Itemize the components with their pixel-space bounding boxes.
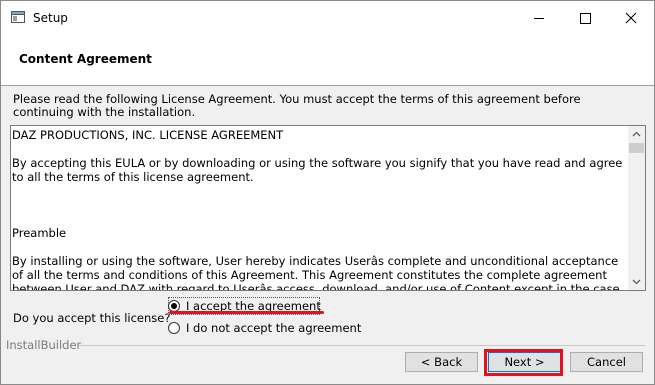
chevron-up-icon xyxy=(632,131,641,137)
scroll-down-button[interactable] xyxy=(628,273,645,290)
license-line xyxy=(12,184,624,198)
license-line xyxy=(12,212,624,226)
license-line: By accepting this EULA or by downloading… xyxy=(12,156,627,184)
footer-divider xyxy=(79,345,645,346)
license-line xyxy=(12,198,624,212)
license-line: By installing or using the software, Use… xyxy=(12,254,622,291)
license-line xyxy=(12,142,624,156)
scrollbar-thumb[interactable] xyxy=(629,143,644,153)
chevron-down-icon xyxy=(632,279,641,285)
setup-window: Setup Content Agreement Please read the … xyxy=(0,0,655,385)
license-line xyxy=(12,240,624,254)
accept-question-label: Do you accept this license? xyxy=(13,311,171,325)
license-text: DAZ PRODUCTIONS, INC. LICENSE AGREEMENT … xyxy=(12,128,627,291)
decline-radio-button[interactable] xyxy=(168,322,180,334)
minimize-button[interactable] xyxy=(516,1,562,35)
window-title: Setup xyxy=(33,11,68,25)
page-header: Content Agreement xyxy=(1,35,654,86)
close-icon xyxy=(625,12,637,24)
title-bar[interactable]: Setup xyxy=(1,1,654,35)
installbuilder-brand: InstallBuilder xyxy=(6,338,82,352)
minimize-icon xyxy=(534,18,544,19)
maximize-icon xyxy=(580,13,591,24)
scroll-up-button[interactable] xyxy=(628,126,645,143)
intro-text: Please read the following License Agreem… xyxy=(13,92,581,119)
cancel-button[interactable]: Cancel xyxy=(570,352,643,372)
license-line: Preamble xyxy=(12,226,67,240)
back-button[interactable]: < Back xyxy=(405,352,478,372)
red-highlight-underline xyxy=(169,311,324,314)
maximize-button[interactable] xyxy=(562,1,608,35)
red-highlight-box xyxy=(484,349,563,376)
vertical-scrollbar[interactable] xyxy=(628,126,645,290)
close-button[interactable] xyxy=(608,1,654,35)
decline-radio-label[interactable]: I do not accept the agreement xyxy=(186,321,361,335)
app-window-icon xyxy=(11,11,25,23)
decline-radio-option[interactable]: I do not accept the agreement xyxy=(168,320,361,336)
license-line: DAZ PRODUCTIONS, INC. LICENSE AGREEMENT xyxy=(12,128,284,142)
license-text-area[interactable]: DAZ PRODUCTIONS, INC. LICENSE AGREEMENT … xyxy=(10,125,646,291)
page-title: Content Agreement xyxy=(19,52,152,66)
